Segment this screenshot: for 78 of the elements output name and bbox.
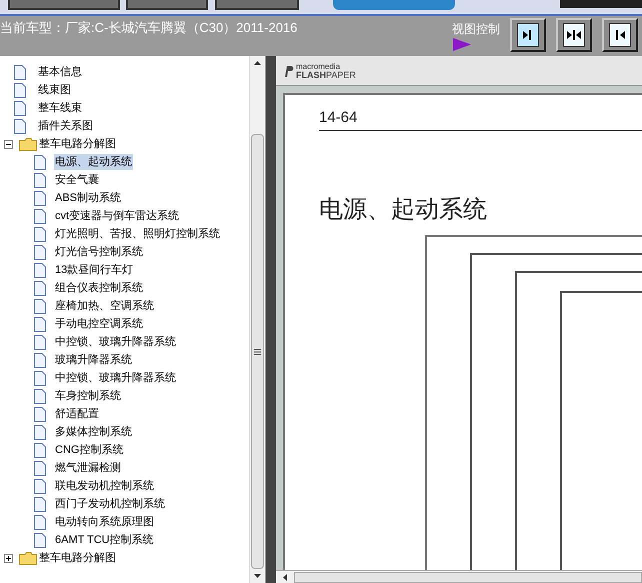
tree-item[interactable]: 基本信息 (38, 64, 82, 80)
document-icon (34, 280, 46, 296)
tree-item[interactable]: 座椅加热、空调系统 (54, 298, 155, 314)
flashpaper-logo-icon (282, 64, 294, 76)
collapse-icon[interactable] (4, 140, 13, 148)
document-icon (14, 100, 26, 116)
document-icon (34, 298, 46, 314)
document-icon (34, 478, 46, 494)
view-toggle-icon (566, 27, 582, 43)
logo-text-small: macromedia (296, 62, 342, 70)
tree-item[interactable]: 中控锁、玻璃升降器系统 (54, 370, 177, 386)
document-icon (34, 226, 46, 242)
view-control-label: 视图控制 (452, 21, 500, 38)
document-icon (34, 154, 46, 170)
horizontal-scrollbar[interactable] (276, 570, 642, 583)
tree-item[interactable]: 联电发动机控制系统 (54, 478, 155, 494)
tree-item[interactable]: 线束图 (38, 82, 71, 98)
page-title: 电源、起动系统 (319, 195, 488, 225)
document-icon (34, 244, 46, 260)
document-icon (34, 532, 46, 548)
tree-item[interactable]: 多媒体控制系统 (54, 424, 133, 440)
tree-item[interactable]: 整车线束 (38, 100, 82, 116)
scroll-down-icon[interactable] (254, 574, 261, 578)
document-icon (34, 424, 46, 440)
document-icon (34, 496, 46, 512)
tree-item[interactable]: CNG控制系统 (54, 442, 124, 458)
folder-icon (19, 552, 37, 564)
tree-item[interactable]: 组合仪表控制系统 (54, 280, 144, 296)
document-icon (34, 190, 46, 206)
tree-item[interactable]: 插件关系图 (38, 118, 93, 134)
scrollbar-thumb[interactable] (294, 572, 642, 582)
view-toggle-button[interactable] (602, 18, 638, 52)
tree-item[interactable]: 燃气泄漏检测 (54, 460, 122, 476)
tree-item[interactable]: 安全气囊 (54, 172, 100, 188)
document-icon (34, 334, 46, 350)
view-toggle-button[interactable] (556, 18, 592, 52)
scroll-left-icon[interactable] (283, 574, 287, 580)
view-toggle-button[interactable] (510, 18, 546, 52)
document-icon (34, 388, 46, 404)
grip-icon (254, 348, 261, 354)
tree-folder[interactable]: 整车电路分解图 (39, 136, 116, 152)
tree-item[interactable]: 灯光照明、苦报、照明灯控制系统 (54, 226, 221, 242)
scroll-up-icon[interactable] (254, 61, 261, 65)
tree-item[interactable]: 电源、起动系统 (54, 154, 133, 170)
document-icon (14, 118, 26, 134)
tree-item[interactable]: ABS制动系统 (54, 190, 122, 206)
tree-item[interactable]: 6AMT TCU控制系统 (54, 532, 155, 548)
document-icon (34, 352, 46, 368)
document-icon (34, 208, 46, 224)
play-triangle-icon (453, 38, 471, 51)
tree-item[interactable]: 舒适配置 (54, 406, 100, 422)
vertical-scrollbar[interactable] (249, 56, 265, 583)
document-icon (34, 262, 46, 278)
logo-text: FLASHPAPER (296, 70, 356, 78)
document-icon (34, 442, 46, 458)
document-icon (34, 316, 46, 332)
current-model-text: 当前车型：厂家:C-长城汽车腾翼（C30）2011-2016 (0, 19, 298, 37)
tree-item[interactable]: 玻璃升降器系统 (54, 352, 133, 368)
document-icon (34, 172, 46, 188)
scrollbar-thumb[interactable] (251, 134, 264, 569)
page-number: 14-64 (319, 108, 358, 128)
document-icon (14, 82, 26, 98)
document-icon (34, 370, 46, 386)
folder-icon (19, 138, 37, 150)
tree-item[interactable]: 西门子发动机控制系统 (54, 496, 166, 512)
tree-item[interactable]: 手动电控空调系统 (54, 316, 144, 332)
document-icon (34, 514, 46, 530)
tree-item[interactable]: 灯光信号控制系统 (54, 244, 144, 260)
tree-item[interactable]: 电动转向系统原理图 (54, 514, 155, 530)
tree-item[interactable]: cvt变速器与倒车雷达系统 (54, 208, 180, 224)
tree-item[interactable]: 中控锁、玻璃升降器系统 (54, 334, 177, 350)
tree-item[interactable]: 车身控制系统 (54, 388, 122, 404)
tree-folder[interactable]: 整车电路分解图 (39, 550, 116, 566)
document-icon (14, 64, 26, 80)
document-icon (34, 406, 46, 422)
expand-icon[interactable] (4, 554, 13, 562)
tree-item[interactable]: 13款昼间行车灯 (54, 262, 134, 278)
document-icon (34, 460, 46, 476)
